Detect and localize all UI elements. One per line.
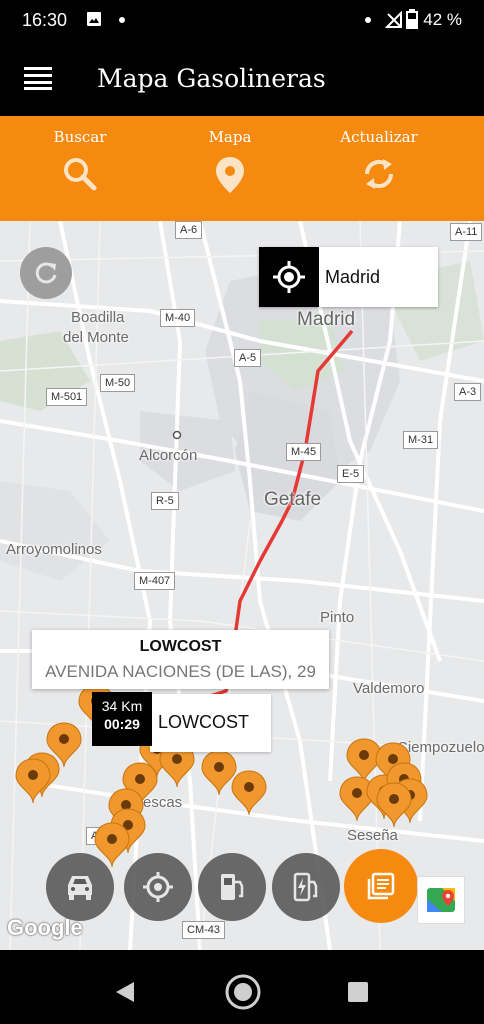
action-toolbar: Buscar Mapa Actualizar (0, 116, 484, 221)
car-icon (68, 876, 92, 900)
my-location-button[interactable] (259, 247, 319, 307)
location-name: Madrid (325, 267, 381, 287)
google-attribution: Google (7, 915, 83, 940)
status-time: 16:30 (22, 10, 68, 30)
gas-station-marker (376, 782, 412, 828)
battery-icon (406, 9, 418, 29)
back-icon[interactable] (114, 980, 136, 1004)
refresh-button[interactable]: Actualizar (309, 116, 449, 221)
marker-layer (15, 684, 428, 868)
status-bar: 16:30 42 % (0, 0, 484, 40)
refresh-label: Actualizar (340, 128, 418, 146)
station-label-card[interactable]: LOWCOST (150, 694, 271, 752)
station-list-button[interactable] (344, 849, 418, 923)
nearby-button[interactable] (124, 853, 192, 921)
route-duration: 00:29 (104, 716, 140, 732)
app-title: Mapa Gasolineras (97, 64, 326, 93)
map-label: Mapa (208, 128, 252, 146)
crosshair-icon (273, 261, 305, 293)
refresh-map-button[interactable] (20, 247, 72, 299)
ev-charger-button[interactable] (272, 853, 340, 921)
map-view[interactable]: A-6 A-11 M-40 M-50 A-5 M-501 A-3 M-31 M-… (0, 221, 484, 950)
station-info-window[interactable]: LOWCOST AVENIDA NACIONES (DE LAS), 29 (32, 630, 329, 689)
recents-icon[interactable] (347, 981, 369, 1003)
battery-percent: 42 % (423, 10, 462, 29)
gas-station-marker (231, 770, 267, 816)
fuel-pump-icon (221, 874, 244, 900)
car-filter-button[interactable] (46, 853, 114, 921)
refresh-icon (35, 262, 57, 284)
station-title: LOWCOST (139, 638, 222, 655)
system-nav-bar (0, 958, 484, 1024)
search-label: Buscar (53, 128, 107, 146)
signal-icon (385, 11, 402, 28)
search-button[interactable]: Buscar (10, 116, 150, 221)
notification-dot-icon (119, 17, 125, 23)
gas-station-marker (201, 750, 237, 796)
image-icon (87, 12, 101, 26)
google-maps-icon (427, 888, 455, 912)
map-pin-icon (216, 157, 244, 193)
open-google-maps-button[interactable] (417, 876, 465, 924)
target-icon (143, 872, 173, 902)
station-label: LOWCOST (158, 712, 250, 732)
notification-dot-icon (365, 17, 371, 23)
route-eta-box: 34 Km 00:29 (92, 692, 152, 746)
search-icon (64, 158, 97, 191)
list-icon (367, 872, 395, 900)
hamburger-menu-icon[interactable] (24, 66, 52, 90)
current-location-card[interactable]: Madrid (259, 247, 438, 307)
station-address: AVENIDA NACIONES (DE LAS), 29 (45, 662, 316, 681)
home-icon[interactable] (224, 973, 262, 1011)
map-button[interactable]: Mapa (160, 116, 300, 221)
fuel-filter-button[interactable] (198, 853, 266, 921)
gas-station-marker (15, 758, 51, 804)
route-distance: 34 Km (101, 698, 143, 714)
sync-icon (364, 159, 394, 189)
app-bar: Mapa Gasolineras (0, 40, 484, 116)
ev-charger-icon (293, 872, 318, 902)
